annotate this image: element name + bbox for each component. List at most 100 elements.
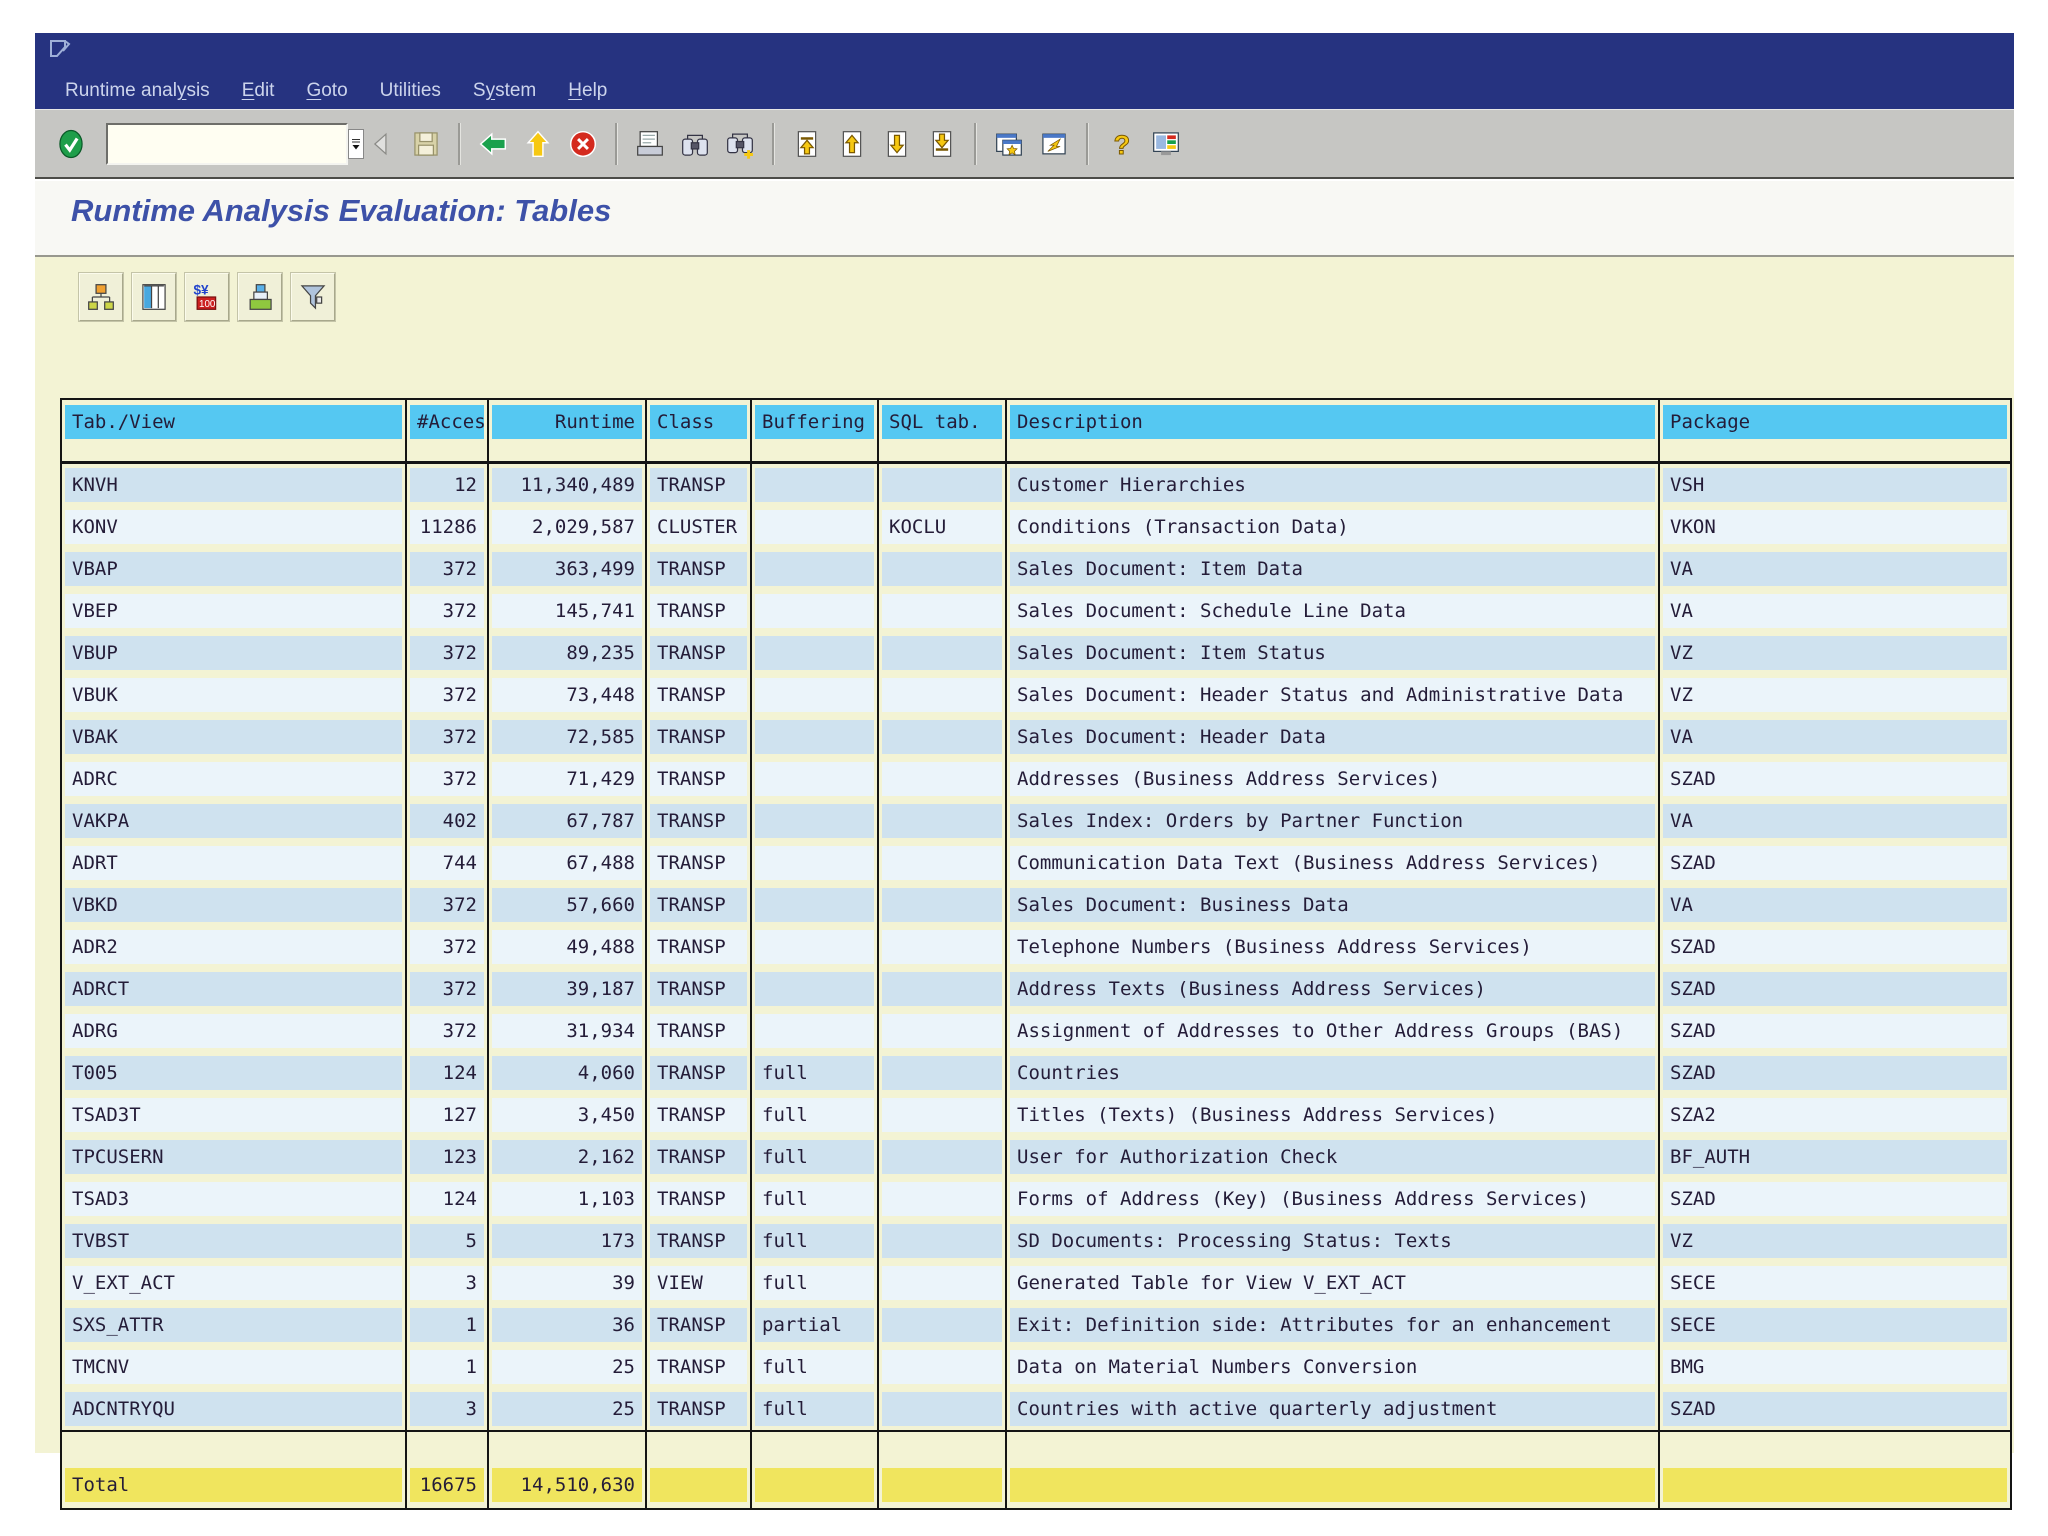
cell-tab[interactable]: ADRCT (60, 968, 406, 1010)
table-row[interactable]: V_EXT_ACT 3 39 VIEW full Generated Table for … (60, 1262, 2011, 1304)
cell-tab[interactable]: VBKD (60, 884, 406, 926)
cell-tab[interactable]: ADRT (60, 842, 406, 884)
menu-help[interactable]: Help (568, 80, 607, 102)
menu-runtime-analysis[interactable]: Runtime analysis (65, 80, 210, 102)
cell-class[interactable]: TRANSP (645, 462, 751, 506)
cell-acces[interactable]: 372 (405, 1010, 488, 1052)
shortcut-button[interactable] (1034, 122, 1074, 166)
cell-acces[interactable]: 3 (405, 1262, 488, 1304)
cell-sql[interactable] (877, 1010, 1006, 1052)
cell-class[interactable]: TRANSP (645, 1052, 751, 1094)
cell-desc[interactable]: Exit: Definition side: Attributes for an… (1005, 1304, 1659, 1346)
cell-class[interactable]: TRANSP (645, 632, 751, 674)
cell-pkg[interactable]: VA (1658, 590, 2011, 632)
cell-pkg[interactable]: SZAD (1658, 1388, 2011, 1431)
cell-desc[interactable]: Sales Document: Item Status (1005, 632, 1659, 674)
cell-desc[interactable]: User for Authorization Check (1005, 1136, 1659, 1178)
cell-acces[interactable]: 372 (405, 926, 488, 968)
cell-runtime[interactable]: 363,499 (487, 548, 646, 590)
cell-acces[interactable]: 12 (405, 462, 488, 506)
back-button[interactable] (473, 122, 513, 166)
hierarchy-button[interactable] (78, 272, 124, 322)
cell-desc[interactable]: Sales Index: Orders by Partner Function (1005, 800, 1659, 842)
cell-tab[interactable]: TMCNV (60, 1346, 406, 1388)
cell-pkg[interactable]: BF_AUTH (1658, 1136, 2011, 1178)
help-button[interactable]: ? (1101, 122, 1141, 166)
cell-class[interactable]: TRANSP (645, 1010, 751, 1052)
cell-sql[interactable] (877, 716, 1006, 758)
customize-button[interactable] (1146, 122, 1186, 166)
cell-pkg[interactable]: SZAD (1658, 1052, 2011, 1094)
total-row[interactable]: Total 16675 14,510,630 (60, 1462, 2011, 1509)
cell-acces[interactable]: 16675 (405, 1462, 488, 1509)
cell-buffering[interactable] (750, 884, 878, 926)
exit-button[interactable] (518, 122, 558, 166)
cell-buffering[interactable]: full (750, 1346, 878, 1388)
cell-sql[interactable] (877, 1220, 1006, 1262)
cell-class[interactable]: TRANSP (645, 1346, 751, 1388)
cell-buffering[interactable]: Buffering (750, 399, 878, 444)
cell-sql[interactable]: KOCLU (877, 506, 1006, 548)
cell-desc[interactable]: Sales Document: Item Data (1005, 548, 1659, 590)
cell-runtime[interactable]: Runtime (487, 399, 646, 444)
cell-buffering[interactable]: full (750, 1136, 878, 1178)
cell-desc[interactable]: Titles (Texts) (Business Address Service… (1005, 1094, 1659, 1136)
cell-runtime[interactable]: 2,162 (487, 1136, 646, 1178)
table-row[interactable]: KONV 11286 2,029,587 CLUSTER KOCLU Conditions… (60, 506, 2011, 548)
table-row[interactable]: ADRC 372 71,429 TRANSP Addresses (Business A… (60, 758, 2011, 800)
table-row[interactable]: KNVH 12 11,340,489 TRANSP Customer Hierarchi… (60, 462, 2011, 506)
cell-buffering[interactable]: full (750, 1262, 878, 1304)
cell-runtime[interactable]: 71,429 (487, 758, 646, 800)
cell-buffering[interactable] (750, 716, 878, 758)
cell-class[interactable]: TRANSP (645, 926, 751, 968)
cell-acces[interactable]: 372 (405, 674, 488, 716)
cell-desc[interactable] (1005, 1462, 1659, 1509)
page-down-button[interactable] (877, 122, 917, 166)
cell-runtime[interactable]: 145,741 (487, 590, 646, 632)
cell-sql[interactable] (877, 1094, 1006, 1136)
cell-desc[interactable]: Assignment of Addresses to Other Address… (1005, 1010, 1659, 1052)
cell-acces[interactable]: 3 (405, 1388, 488, 1431)
cell-pkg[interactable]: SECE (1658, 1262, 2011, 1304)
cell-tab[interactable]: TPCUSERN (60, 1136, 406, 1178)
cell-acces[interactable]: 372 (405, 758, 488, 800)
menu-system[interactable]: System (473, 80, 536, 102)
cell-pkg[interactable]: VSH (1658, 462, 2011, 506)
cell-runtime[interactable]: 14,510,630 (487, 1462, 646, 1509)
cell-runtime[interactable]: 39,187 (487, 968, 646, 1010)
cell-buffering[interactable] (750, 968, 878, 1010)
last-page-button[interactable] (922, 122, 962, 166)
cell-buffering[interactable] (750, 462, 878, 506)
table-row[interactable]: TPCUSERN 123 2,162 TRANSP full User for Autho… (60, 1136, 2011, 1178)
cell-class[interactable]: TRANSP (645, 842, 751, 884)
cell-pkg[interactable]: SECE (1658, 1304, 2011, 1346)
cell-sql[interactable] (877, 462, 1006, 506)
cell-class[interactable]: TRANSP (645, 1304, 751, 1346)
cell-sql[interactable] (877, 548, 1006, 590)
command-input[interactable] (108, 124, 348, 163)
table-row[interactable]: ADCNTRYQU 3 25 TRANSP full Countries with act… (60, 1388, 2011, 1431)
cell-desc[interactable]: Countries (1005, 1052, 1659, 1094)
cell-buffering[interactable] (750, 632, 878, 674)
table-row[interactable]: VAKPA 402 67,787 TRANSP Sales Index: Orders … (60, 800, 2011, 842)
cell-tab[interactable]: ADRC (60, 758, 406, 800)
cell-sql[interactable] (877, 800, 1006, 842)
cell-tab[interactable]: T005 (60, 1052, 406, 1094)
cell-sql[interactable] (877, 758, 1006, 800)
cell-acces[interactable]: 372 (405, 968, 488, 1010)
cell-class[interactable]: TRANSP (645, 1136, 751, 1178)
cell-class[interactable]: TRANSP (645, 1094, 751, 1136)
cell-pkg[interactable]: Package (1658, 399, 2011, 444)
cell-desc[interactable]: Description (1005, 399, 1659, 444)
currency-button[interactable]: $¥ 100 (184, 272, 230, 322)
cell-pkg[interactable]: VZ (1658, 1220, 2011, 1262)
cell-pkg[interactable]: SZAD (1658, 758, 2011, 800)
cell-runtime[interactable]: 1,103 (487, 1178, 646, 1220)
print-button[interactable] (630, 122, 670, 166)
cell-sql[interactable]: SQL tab. (877, 399, 1006, 444)
cell-runtime[interactable]: 72,585 (487, 716, 646, 758)
cell-buffering[interactable]: partial (750, 1304, 878, 1346)
cell-runtime[interactable]: 57,660 (487, 884, 646, 926)
cell-runtime[interactable]: 25 (487, 1388, 646, 1431)
cell-runtime[interactable]: 73,448 (487, 674, 646, 716)
